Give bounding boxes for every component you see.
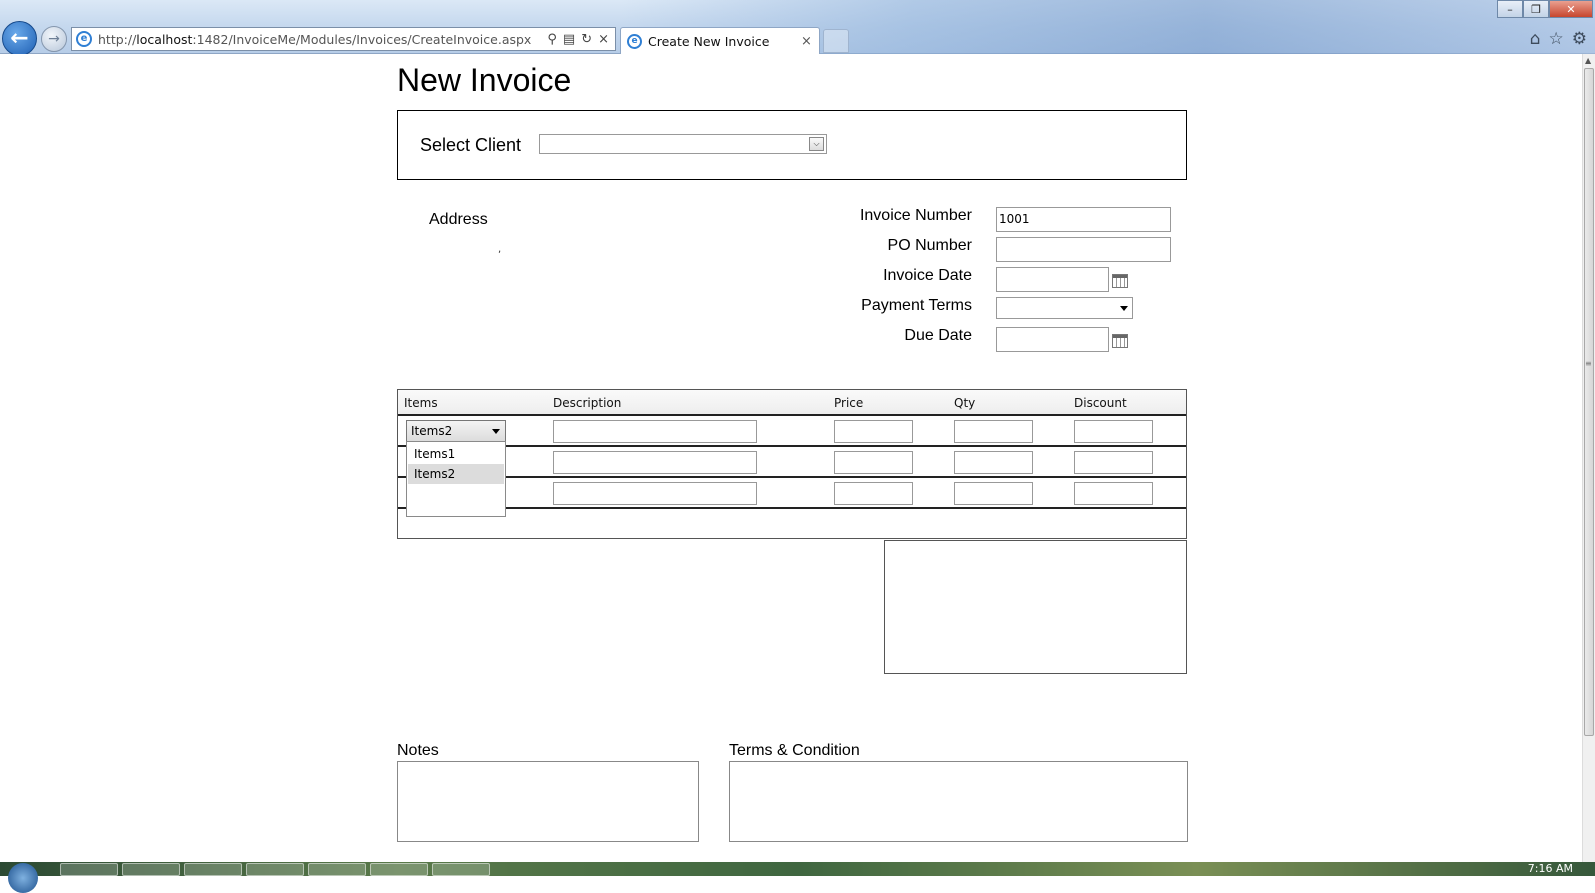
column-header-qty: Qty (954, 396, 975, 410)
client-select[interactable]: ⌵ (539, 134, 827, 154)
taskbar-app-button[interactable] (184, 863, 242, 876)
discount-input[interactable] (1074, 451, 1153, 474)
dropdown-option-items2[interactable]: Items2 (408, 464, 504, 484)
invoice-date-label: Invoice Date (883, 267, 972, 285)
scroll-up-icon[interactable]: ▲ (1585, 56, 1591, 65)
item-dropdown-list: Items1 Items2 (406, 441, 506, 517)
tab-favicon-icon: e (627, 34, 642, 49)
address-bar[interactable]: e http://localhost:1482/InvoiceMe/Module… (71, 27, 616, 51)
ie-logo-icon: e (76, 31, 92, 47)
taskbar-app-button[interactable] (308, 863, 366, 876)
table-row (398, 447, 1186, 478)
caret-down-icon (492, 429, 500, 434)
qty-input[interactable] (954, 451, 1033, 474)
new-tab-button[interactable] (823, 29, 849, 53)
column-header-description: Description (553, 396, 621, 410)
item-select[interactable]: Items2 (406, 420, 506, 442)
qty-input[interactable] (954, 420, 1033, 443)
page-content: New Invoice Select Client ⌵ Address , In… (0, 54, 1582, 862)
page-title: New Invoice (397, 62, 571, 99)
due-date-label: Due Date (904, 327, 972, 345)
column-header-items: Items (404, 396, 438, 410)
search-icon[interactable]: ⚲ (547, 32, 557, 47)
grid-footer (398, 510, 1186, 539)
invoice-date-input[interactable] (996, 267, 1109, 292)
invoice-number-label: Invoice Number (860, 207, 972, 225)
due-date-calendar-icon[interactable] (1112, 334, 1128, 348)
dropdown-option-items1[interactable]: Items1 (408, 444, 504, 464)
column-header-discount: Discount (1074, 396, 1127, 410)
invoice-date-calendar-icon[interactable] (1112, 274, 1128, 288)
price-input[interactable] (834, 451, 913, 474)
address-url[interactable]: http://localhost:1482/InvoiceMe/Modules/… (98, 32, 547, 47)
maximize-button[interactable]: ❐ (1523, 0, 1549, 18)
payment-terms-label: Payment Terms (861, 297, 972, 315)
address-value: , (498, 244, 501, 255)
address-tools: ⚲ ▤ ↻ × (547, 32, 615, 47)
taskbar-ie-button[interactable] (60, 863, 118, 876)
browser-toolbar-right: ⌂ ☆ ⚙ (1530, 29, 1587, 49)
terms-textarea[interactable] (729, 761, 1188, 842)
table-row: Items2 (398, 416, 1186, 447)
description-input[interactable] (553, 451, 757, 474)
grid-header: Items Description Price Qty Discount (398, 390, 1186, 416)
taskbar-app-button[interactable] (370, 863, 428, 876)
client-section: Select Client ⌵ (397, 110, 1187, 180)
stop-icon[interactable]: × (598, 32, 609, 47)
due-date-input[interactable] (996, 327, 1109, 352)
notes-label: Notes (397, 742, 439, 760)
terms-label: Terms & Condition (729, 742, 860, 760)
refresh-icon[interactable]: ↻ (581, 32, 592, 47)
home-icon[interactable]: ⌂ (1530, 29, 1541, 49)
price-input[interactable] (834, 420, 913, 443)
price-input[interactable] (834, 482, 913, 505)
items-grid: Items Description Price Qty Discount Ite… (397, 389, 1187, 539)
vertical-scrollbar[interactable]: ▲ ≡ (1582, 54, 1595, 862)
po-number-label: PO Number (888, 237, 972, 255)
qty-input[interactable] (954, 482, 1033, 505)
payment-terms-select[interactable] (996, 297, 1133, 319)
windows-taskbar: 7:16 AM (0, 862, 1595, 876)
browser-tab-active[interactable]: e Create New Invoice × (620, 27, 820, 54)
caret-down-icon (1120, 306, 1128, 311)
discount-input[interactable] (1074, 482, 1153, 505)
po-number-input[interactable] (996, 237, 1171, 262)
description-input[interactable] (553, 482, 757, 505)
scroll-grip-icon: ≡ (1585, 362, 1592, 365)
start-button[interactable] (8, 863, 38, 893)
compatibility-view-icon[interactable]: ▤ (563, 32, 575, 47)
tools-gear-icon[interactable]: ⚙ (1572, 29, 1587, 49)
tab-title: Create New Invoice (648, 34, 801, 49)
table-row (398, 478, 1186, 509)
scrollbar-thumb[interactable] (1584, 68, 1594, 736)
taskbar-app-button[interactable] (246, 863, 304, 876)
invoice-number-input[interactable]: 1001 (996, 207, 1171, 232)
address-label: Address (429, 211, 488, 229)
item-selected-value: Items2 (411, 424, 452, 438)
forward-button[interactable]: → (41, 26, 67, 52)
description-input[interactable] (553, 420, 757, 443)
discount-input[interactable] (1074, 420, 1153, 443)
window-close-button[interactable]: ✕ (1549, 0, 1593, 18)
back-arrow-icon: ← (10, 26, 28, 51)
forward-arrow-icon: → (48, 31, 60, 47)
back-button[interactable]: ← (2, 21, 37, 56)
taskbar-app-button[interactable] (432, 863, 490, 876)
tab-close-icon[interactable]: × (801, 34, 819, 49)
notes-textarea[interactable] (397, 761, 699, 842)
select-client-label: Select Client (420, 135, 521, 156)
column-header-price: Price (834, 396, 863, 410)
minimize-button[interactable]: – (1497, 0, 1523, 18)
favorites-star-icon[interactable]: ☆ (1549, 29, 1564, 49)
taskbar-explorer-button[interactable] (122, 863, 180, 876)
totals-panel (884, 540, 1187, 674)
browser-chrome: ← → e http://localhost:1482/InvoiceMe/Mo… (0, 0, 1595, 54)
window-controls: – ❐ ✕ (1497, 0, 1593, 18)
taskbar-clock: 7:16 AM (1528, 862, 1573, 875)
chevron-down-icon[interactable]: ⌵ (809, 137, 824, 151)
